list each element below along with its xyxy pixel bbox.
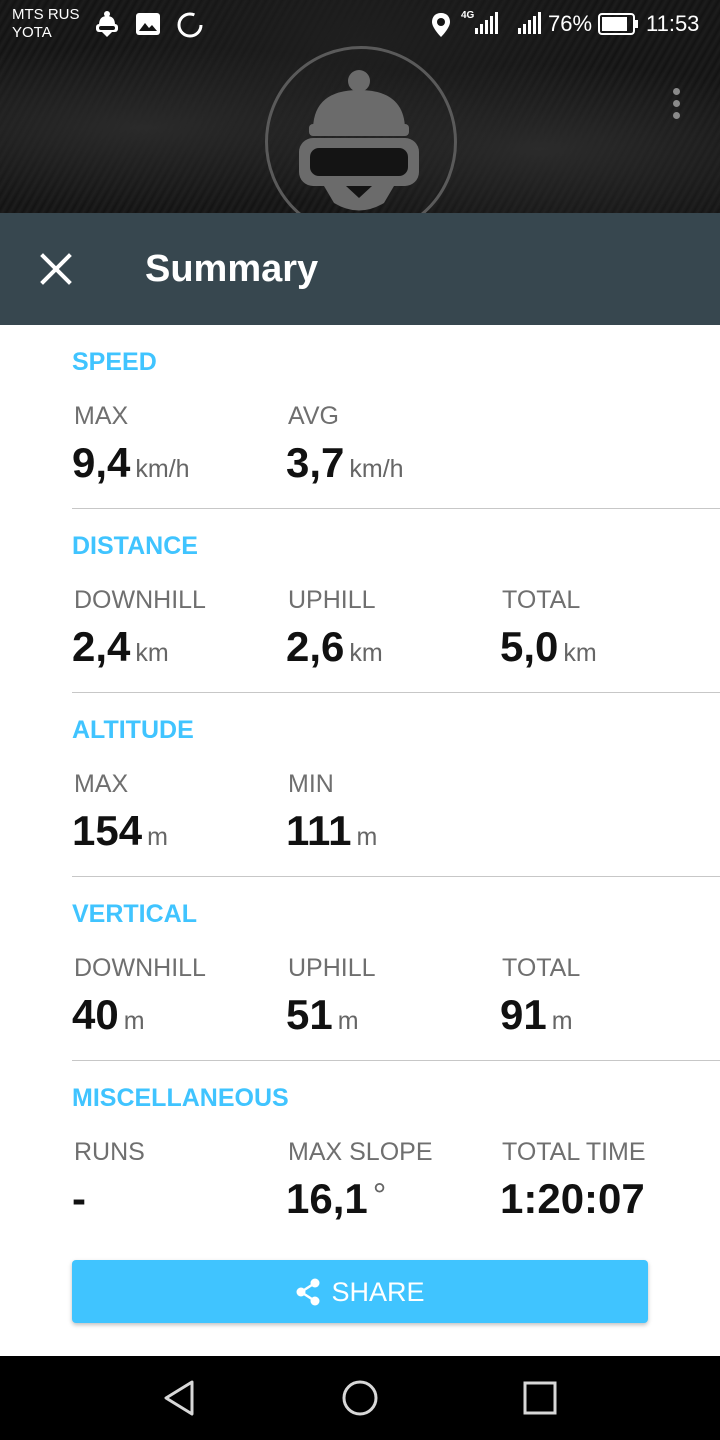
section-distance: DISTANCE DOWNHILL 2,4 km UPHILL 2,6 km TOT…	[72, 509, 720, 693]
image-notification-icon	[136, 13, 160, 35]
stat-label: RUNS	[74, 1138, 145, 1166]
signal-icon	[518, 12, 541, 34]
page-title: Summary	[145, 248, 319, 290]
section-miscellaneous: MISCELLANEOUS RUNS - MAX SLOPE 16,1 ° TOT…	[72, 1061, 720, 1245]
stat-label: TOTAL	[502, 586, 581, 614]
stat-speed-max: MAX 9,4 km/h	[72, 401, 190, 485]
stat-label: TOTAL	[502, 954, 581, 982]
more-options-button[interactable]	[662, 84, 690, 128]
section-title: VERTICAL	[72, 900, 197, 928]
stat-value: 1:20:07	[500, 1175, 645, 1222]
location-icon	[432, 13, 450, 37]
stat-unit: m	[337, 1007, 359, 1035]
stat-misc-total-time: TOTAL TIME 1:20:07	[500, 1137, 650, 1221]
stat-unit: km/h	[135, 455, 190, 483]
stat-label: MAX SLOPE	[288, 1138, 433, 1166]
section-title: ALTITUDE	[72, 716, 194, 744]
stat-altitude-min: MIN 111 m	[286, 769, 377, 853]
stat-value: 2,6	[286, 623, 345, 670]
stat-label: DOWNHILL	[74, 586, 206, 614]
clock: 11:53	[646, 11, 700, 36]
stat-value: -	[72, 1175, 86, 1222]
stat-unit: °	[372, 1177, 387, 1215]
stat-label: UPHILL	[288, 586, 376, 614]
stat-misc-max-slope: MAX SLOPE 16,1 °	[286, 1137, 433, 1221]
stat-vertical-uphill: UPHILL 51 m	[286, 953, 376, 1037]
stat-misc-runs: RUNS -	[72, 1137, 145, 1221]
more-vert-icon-dot	[672, 112, 680, 119]
app-notification-icon	[96, 11, 118, 37]
share-button-label: SHARE	[331, 1276, 425, 1307]
status-bar: MTS RUS YOTA 4G 76% 11:53	[0, 0, 720, 48]
stat-value: 3,7	[286, 439, 345, 486]
stat-unit: km/h	[349, 455, 404, 483]
stat-vertical-total: TOTAL 91 m	[500, 953, 580, 1037]
stat-unit: km	[135, 639, 169, 667]
carrier-line-2: YOTA	[12, 24, 52, 41]
stat-unit: m	[123, 1007, 145, 1035]
stat-unit: km	[563, 639, 597, 667]
stat-label: UPHILL	[288, 954, 376, 982]
more-vert-icon-dot	[672, 100, 680, 107]
recents-square-icon[interactable]	[518, 1376, 562, 1420]
stat-value: 5,0	[500, 623, 559, 670]
close-icon[interactable]	[30, 243, 82, 295]
stat-altitude-max: MAX 154 m	[72, 769, 168, 853]
stat-value: 91	[500, 991, 547, 1038]
stat-label: MAX	[74, 402, 129, 430]
stat-value: 154	[72, 807, 143, 854]
navigation-bar	[0, 1356, 720, 1440]
sync-icon	[177, 12, 203, 38]
section-title: SPEED	[72, 348, 157, 376]
battery-percent: 76%	[548, 11, 593, 36]
stat-value: 111	[286, 807, 352, 854]
section-vertical: VERTICAL DOWNHILL 40 m UPHILL 51 m TOTAL 9…	[72, 877, 720, 1061]
section-title: MISCELLANEOUS	[72, 1084, 289, 1112]
back-triangle-icon[interactable]	[158, 1376, 202, 1420]
battery-icon	[598, 13, 638, 35]
skier-avatar-icon[interactable]	[296, 68, 422, 213]
stat-value: 16,1	[286, 1175, 368, 1222]
stat-distance-total: TOTAL 5,0 km	[500, 585, 597, 669]
more-vert-icon-dot	[672, 88, 680, 95]
stat-value: 51	[286, 991, 333, 1038]
stat-value: 9,4	[72, 439, 131, 486]
network-type-label: 4G	[461, 10, 475, 21]
stat-label: DOWNHILL	[74, 954, 206, 982]
stat-label: MIN	[288, 770, 334, 798]
stat-value: 40	[72, 991, 119, 1038]
stat-distance-uphill: UPHILL 2,6 km	[286, 585, 383, 669]
stat-distance-downhill: DOWNHILL 2,4 km	[72, 585, 206, 669]
stat-unit: m	[356, 823, 378, 851]
stat-label: AVG	[288, 402, 339, 430]
section-title: DISTANCE	[72, 532, 198, 560]
stat-speed-avg: AVG 3,7 km/h	[286, 401, 404, 485]
carrier-line-1: MTS RUS	[12, 6, 80, 23]
stat-vertical-downhill: DOWNHILL 40 m	[72, 953, 206, 1037]
stat-unit: km	[349, 639, 383, 667]
stat-label: MAX	[74, 770, 129, 798]
stat-label: TOTAL TIME	[502, 1138, 646, 1166]
share-button[interactable]: SHARE	[72, 1260, 648, 1323]
carrier-info: MTS RUS YOTA	[12, 6, 80, 42]
stat-unit: m	[147, 823, 168, 851]
stat-unit: m	[551, 1007, 573, 1035]
summary-content: SPEED MAX 9,4 km/h AVG 3,7 km/h DISTANCE D…	[0, 325, 720, 1245]
share-icon	[296, 1278, 320, 1305]
stat-value: 2,4	[72, 623, 131, 670]
section-altitude: ALTITUDE MAX 154 m MIN 111 m	[72, 693, 720, 877]
title-bar: Summary	[0, 213, 720, 325]
section-speed: SPEED MAX 9,4 km/h AVG 3,7 km/h	[72, 325, 720, 509]
signal-4g-icon: 4G	[461, 10, 501, 36]
home-circle-icon[interactable]	[338, 1376, 382, 1420]
